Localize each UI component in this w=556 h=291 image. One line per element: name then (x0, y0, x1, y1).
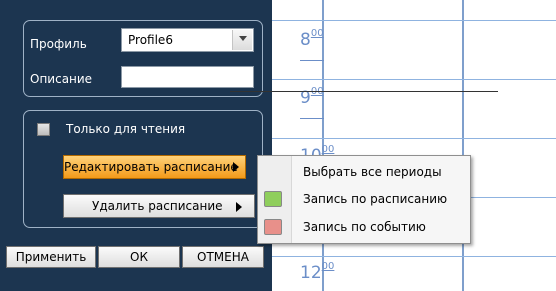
edit-schedule-button[interactable]: Редактировать расписание (63, 155, 246, 179)
cancel-button-label: ОТМЕНА (197, 250, 249, 264)
hour-gridline (272, 256, 556, 257)
day-divider (462, 0, 464, 291)
profile-select[interactable]: Profile6 (121, 28, 254, 52)
profile-label: Профиль (30, 37, 87, 51)
readonly-label: Только для чтения (66, 122, 186, 136)
hour-gridline (272, 138, 556, 139)
hour-gridline (272, 79, 556, 80)
description-label: Описание (30, 72, 93, 86)
chevron-down-icon[interactable] (232, 30, 252, 50)
menu-item-event-recording[interactable]: Запись по событию (258, 216, 470, 240)
edit-schedule-label: Редактировать расписание (64, 160, 238, 174)
apply-button[interactable]: Применить (6, 246, 96, 268)
apply-button-label: Применить (15, 250, 87, 264)
settings-panel: Профиль Profile6 Описание Только для чте… (0, 0, 272, 291)
submenu-arrow-icon (233, 162, 239, 172)
delete-schedule-button[interactable]: Удалить расписание (63, 194, 255, 218)
ok-button-label: ОК (130, 250, 148, 264)
hour-tick (300, 60, 324, 61)
menu-item-select-all-periods[interactable]: Выбрать все периоды (258, 161, 470, 185)
hour-label-8: 800 (300, 28, 324, 50)
readonly-checkbox[interactable] (37, 123, 50, 136)
hour-tick (300, 118, 324, 119)
delete-schedule-label: Удалить расписание (92, 199, 223, 213)
hour-gridline (272, 20, 556, 21)
green-swatch-icon (264, 191, 282, 207)
menu-item-label: Выбрать все периоды (303, 165, 442, 179)
cancel-button[interactable]: ОТМЕНА (182, 246, 264, 268)
red-swatch-icon (264, 219, 282, 235)
description-field[interactable] (121, 66, 254, 88)
profile-select-value: Profile6 (128, 33, 173, 47)
menu-item-scheduled-recording[interactable]: Запись по расписанию (258, 188, 470, 212)
context-menu: Выбрать все периоды Запись по расписанию… (257, 155, 471, 244)
menu-item-label: Запись по событию (303, 220, 426, 234)
menu-item-label: Запись по расписанию (303, 192, 448, 206)
ok-button[interactable]: ОК (98, 246, 180, 268)
hour-label-12: 1200 (300, 261, 335, 283)
submenu-arrow-icon (236, 202, 242, 212)
time-indicator-line (230, 91, 498, 92)
